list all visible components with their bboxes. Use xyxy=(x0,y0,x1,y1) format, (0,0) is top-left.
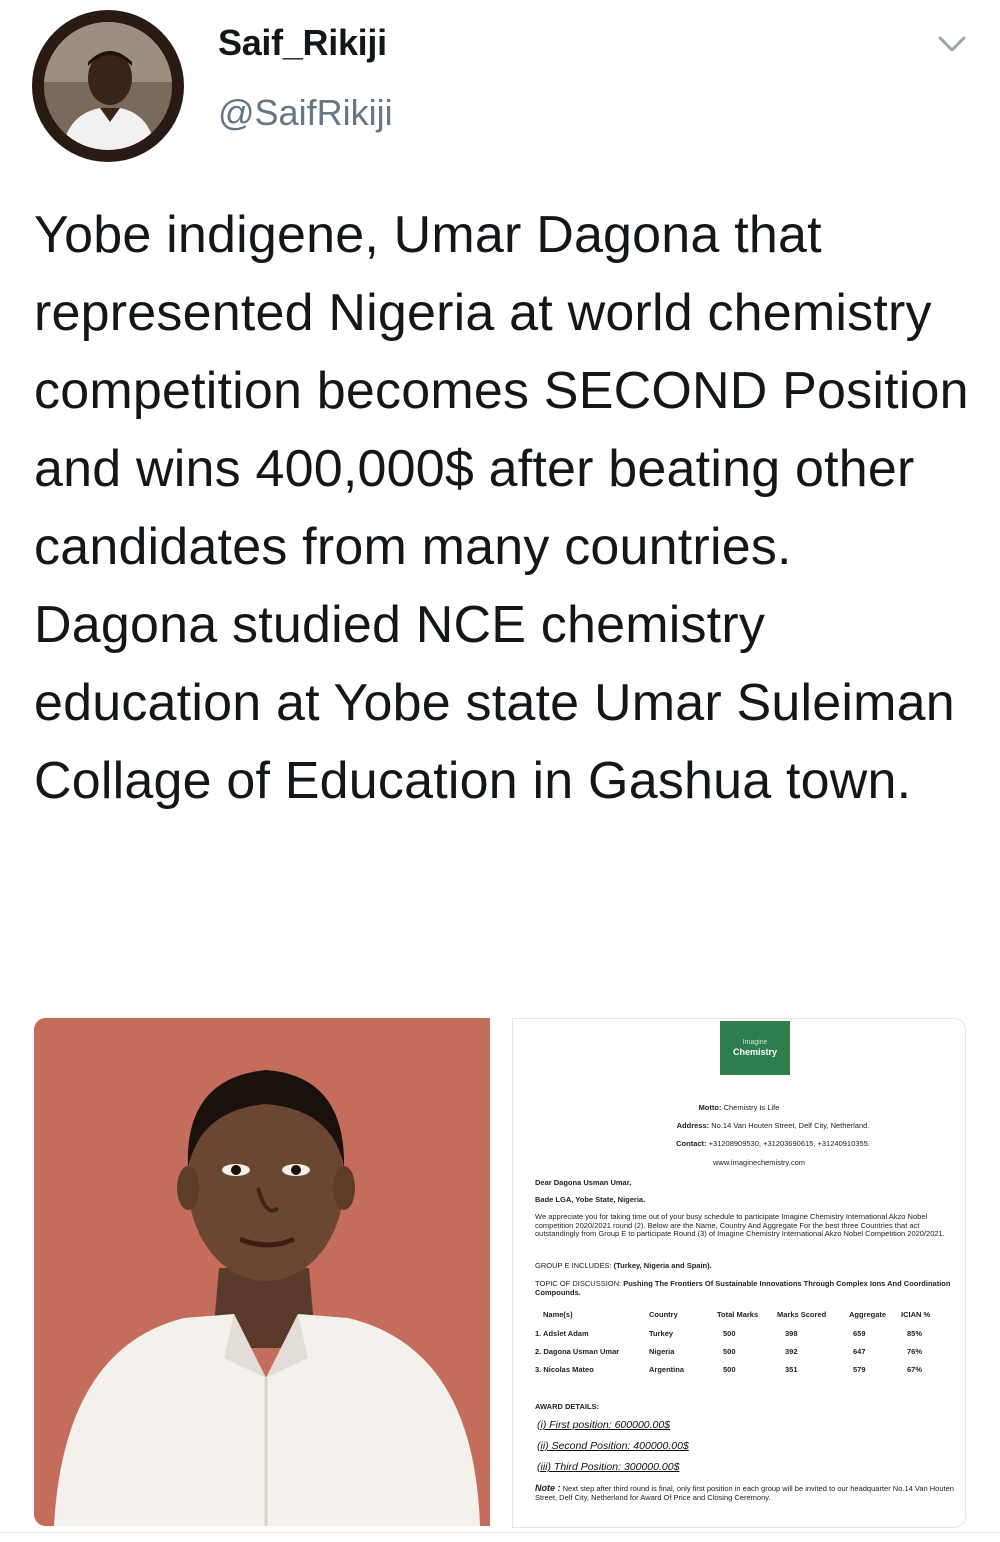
award-first: (i) First position: 600000.00$ xyxy=(537,1419,671,1431)
chevron-down-icon[interactable] xyxy=(934,30,970,58)
cell-scored: 398 xyxy=(785,1329,798,1338)
student-photo[interactable] xyxy=(34,1018,490,1526)
col-header-ician: ICIAN % xyxy=(901,1310,931,1319)
motto-value: Chemistry Is Life xyxy=(723,1103,780,1112)
award-heading: AWARD DETAILS: xyxy=(535,1402,600,1411)
letter-salutation: Dear Dagona Usman Umar, xyxy=(535,1178,955,1187)
cell-ician: 76% xyxy=(907,1347,923,1356)
cell-name: 1. Adslet Adam xyxy=(535,1329,589,1338)
cell-name: 2. Dagona Usman Umar xyxy=(535,1347,620,1356)
logo-line-2: Chemistry xyxy=(732,1047,777,1057)
logo-line-1: Imagine xyxy=(742,1039,768,1046)
note-label: Note : xyxy=(535,1483,561,1493)
imagine-chemistry-logo: Imagine Chemistry xyxy=(720,1021,790,1075)
results-table-header: Name(s) Country Total Marks Marks Scored… xyxy=(535,1310,955,1322)
letter-website: www.imaginechemistry.com xyxy=(713,1158,805,1167)
location-text: Bade LGA, Yobe State, Nigeria. xyxy=(535,1195,646,1204)
cell-ician: 67% xyxy=(907,1365,923,1374)
group-value: (Turkey, Nigeria and Spain). xyxy=(613,1261,712,1270)
user-handle[interactable]: @SaifRikiji xyxy=(218,92,393,134)
letter-location: Bade LGA, Yobe State, Nigeria. xyxy=(535,1195,955,1204)
address-label: Address: xyxy=(676,1121,710,1130)
letter-contact: Contact: +31208909530, +31203690615, +31… xyxy=(581,1139,965,1148)
cell-total: 500 xyxy=(723,1329,736,1338)
contact-label: Contact: xyxy=(676,1139,707,1148)
display-name[interactable]: Saif_Rikiji xyxy=(218,22,387,64)
cell-name: 3. Nicolas Mateo xyxy=(535,1365,594,1374)
col-header-name: Name(s) xyxy=(543,1310,573,1319)
tweet-card: Saif_Rikiji @SaifRikiji Yobe indigene, U… xyxy=(0,0,1000,1542)
cell-country: Argentina xyxy=(649,1365,685,1374)
note-text: Next step after third round is final, on… xyxy=(535,1484,954,1502)
award-second: (ii) Second Position: 400000.00$ xyxy=(537,1440,689,1452)
cell-scored: 351 xyxy=(785,1365,798,1374)
col-header-scored: Marks Scored xyxy=(777,1310,827,1319)
student-portrait-image xyxy=(34,1018,490,1526)
table-row: 2. Dagona Usman Umar Nigeria 500 392 647… xyxy=(535,1347,955,1359)
col-header-aggregate: Aggregate xyxy=(849,1310,887,1319)
cell-ician: 85% xyxy=(907,1329,923,1338)
address-value: No.14 Van Houten Street, Delf City, Neth… xyxy=(711,1121,870,1130)
divider xyxy=(0,1532,1000,1533)
letter-group: GROUP E INCLUDES: (Turkey, Nigeria and S… xyxy=(535,1261,955,1270)
cell-country: Turkey xyxy=(649,1329,674,1338)
letter-body: We appreciate you for taking time out of… xyxy=(535,1212,945,1238)
avatar[interactable] xyxy=(44,22,172,150)
award-letter-image[interactable]: Imagine Chemistry Motto: Chemistry Is Li… xyxy=(512,1018,966,1528)
motto-label: Motto: xyxy=(698,1103,722,1112)
letter-topic: TOPIC OF DISCUSSION: Pushing The Frontie… xyxy=(535,1279,955,1297)
contact-value: +31208909530, +31203690615, +31240910355… xyxy=(708,1139,870,1148)
avatar-photo xyxy=(44,22,172,150)
col-header-total: Total Marks xyxy=(717,1310,759,1319)
tweet-text: Yobe indigene, Umar Dagona that represen… xyxy=(34,206,969,810)
cell-aggregate: 647 xyxy=(853,1347,866,1356)
cell-aggregate: 579 xyxy=(853,1365,866,1374)
salutation-text: Dear Dagona Usman Umar, xyxy=(535,1178,632,1187)
cell-aggregate: 659 xyxy=(853,1329,866,1338)
cell-country: Nigeria xyxy=(649,1347,675,1356)
group-label: GROUP E INCLUDES: xyxy=(535,1261,612,1270)
letter-address: Address: No.14 Van Houten Street, Delf C… xyxy=(581,1121,965,1130)
col-header-country: Country xyxy=(649,1310,678,1319)
cell-scored: 392 xyxy=(785,1347,798,1356)
letter-motto: Motto: Chemistry Is Life xyxy=(513,1103,965,1112)
topic-label: TOPIC OF DISCUSSION: xyxy=(535,1279,622,1288)
cell-total: 500 xyxy=(723,1365,736,1374)
award-third: (iii) Third Position: 300000.00$ xyxy=(537,1461,680,1473)
cell-total: 500 xyxy=(723,1347,736,1356)
table-row: 1. Adslet Adam Turkey 500 398 659 85% xyxy=(535,1329,955,1341)
table-row: 3. Nicolas Mateo Argentina 500 351 579 6… xyxy=(535,1365,955,1377)
letter-note: Note : Next step after third round is fi… xyxy=(535,1483,955,1503)
